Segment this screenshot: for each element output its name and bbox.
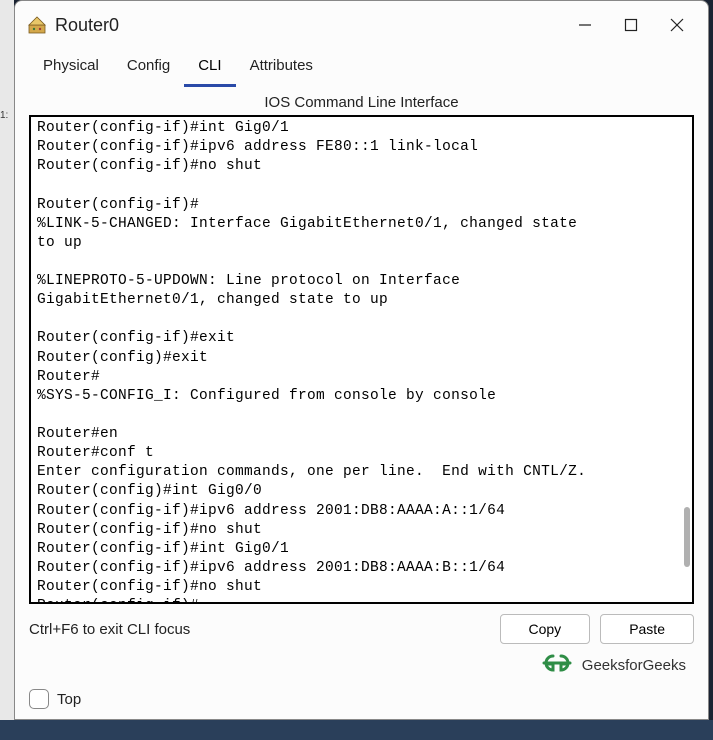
cli-terminal[interactable]: Router(config-if)#int Gig0/1 Router(conf… [31,117,682,602]
background-sliver: 1: [0,0,14,740]
branding: GeeksforGeeks [15,650,708,683]
footer-bar: Ctrl+F6 to exit CLI focus Copy Paste [15,604,708,650]
terminal-container: Router(config-if)#int Gig0/1 Router(conf… [29,115,694,604]
copy-button[interactable]: Copy [500,614,591,644]
tab-bar: Physical Config CLI Attributes [15,49,708,88]
background-bottom-strip [0,720,713,740]
bottom-options: Top [15,683,708,719]
titlebar: Router0 [15,1,708,49]
scrollbar-thumb[interactable] [684,507,690,567]
tab-cli[interactable]: CLI [184,49,235,87]
top-checkbox[interactable] [29,689,49,709]
app-window: Router0 Physical Config CLI Attributes I… [14,0,709,720]
window-title: Router0 [55,15,562,36]
minimize-button[interactable] [562,5,608,45]
brand-logo-icon [540,652,574,679]
scrollbar-track[interactable] [682,117,692,602]
top-checkbox-label: Top [57,691,81,708]
app-icon [27,15,47,35]
maximize-button[interactable] [608,5,654,45]
tab-physical[interactable]: Physical [29,49,113,87]
paste-button[interactable]: Paste [600,614,694,644]
brand-text: GeeksforGeeks [582,657,686,674]
panel-subtitle: IOS Command Line Interface [15,88,708,115]
close-button[interactable] [654,5,700,45]
cli-exit-hint: Ctrl+F6 to exit CLI focus [29,621,490,638]
tab-config[interactable]: Config [113,49,184,87]
tab-attributes[interactable]: Attributes [236,49,327,87]
